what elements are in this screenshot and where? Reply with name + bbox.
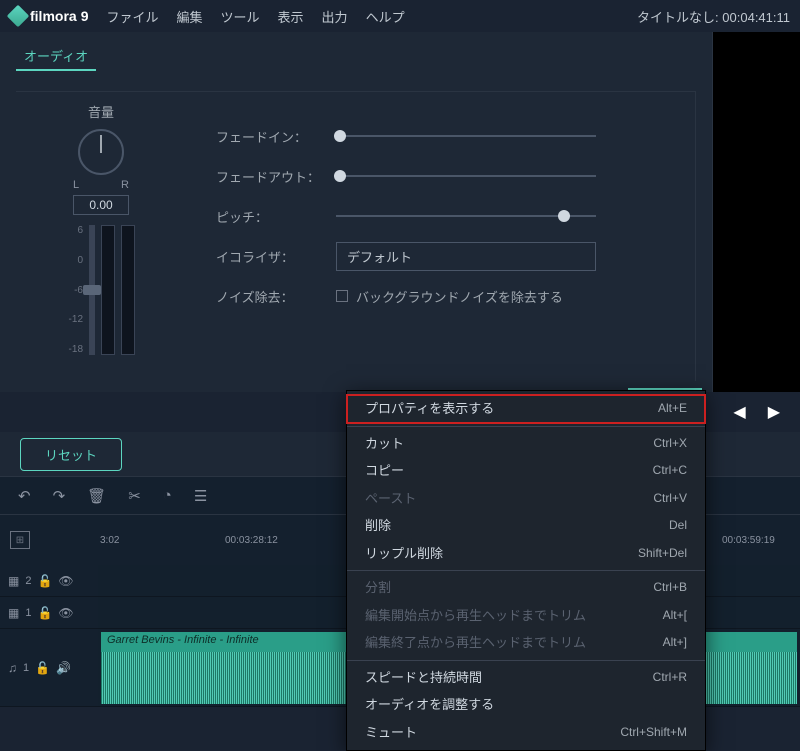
reset-button[interactable]: リセット [20,438,122,471]
pitch-label: ピッチ： [216,207,336,226]
menu-view[interactable]: 表示 [278,7,304,26]
clip-label: Garret Bevins - Infinite - Infinite [107,634,259,646]
ctx-item-shortcut: Del [669,516,687,536]
ctx-item-label: 編集終了点から再生ヘッドまでトリム [365,633,586,653]
fade-out-slider[interactable] [336,175,596,177]
lock-icon[interactable]: 🔓 [35,661,50,675]
undo-button[interactable]: ↶ [18,487,31,505]
ctx-item-14[interactable]: ミュート Ctrl+Shift+M [347,719,705,747]
eye-icon[interactable]: 👁 [58,606,73,620]
ctx-item-6[interactable]: リップル削除 Shift+Del [347,540,705,568]
ctx-item-shortcut: Ctrl+R [653,668,687,688]
pitch-slider[interactable] [336,215,596,217]
ctx-item-label: カット [365,434,404,454]
menubar: filmora9 ファイル 編集 ツール 表示 出力 ヘルプ タイトルなし: 0… [0,0,800,32]
app-name: filmora [30,8,77,24]
audio-panel: オーディオ 音量 LR 0.00 60-6-12-18 フェードイン： [0,32,712,392]
ctx-item-shortcut: Ctrl+V [653,489,687,509]
ctx-item-shortcut: Ctrl+C [653,461,687,481]
ctx-item-label: プロパティを表示する [365,399,494,419]
cut-button[interactable]: ✂ [128,487,141,505]
film-icon: ▦ [8,606,19,620]
fade-out-label: フェードアウト： [216,167,336,186]
equalizer-label: イコライザ： [216,247,336,266]
delete-button[interactable]: 🗑 [87,487,106,505]
ctx-item-label: コピー [365,461,404,481]
ctx-item-8: 分割 Ctrl+B [347,574,705,602]
music-icon: ♫ [8,661,17,675]
menu-separator [347,660,705,661]
ctx-item-shortcut: Alt+E [658,399,687,419]
ctx-item-label: スピードと持続時間 [365,668,482,688]
eye-icon[interactable]: 👁 [58,574,73,588]
next-frame-button[interactable]: ▶ [768,402,780,422]
redo-button[interactable]: ↷ [53,487,66,505]
ctx-item-5[interactable]: 削除 Del [347,512,705,540]
ctx-item-label: リップル削除 [365,544,443,564]
fade-in-slider[interactable] [336,135,596,137]
menu-tools[interactable]: ツール [221,7,260,26]
app-version: 9 [81,8,89,24]
denoise-label: ノイズ除去： [216,287,336,306]
lock-icon[interactable]: 🔓 [37,574,52,588]
project-title: タイトルなし: 00:04:41:11 [637,7,790,26]
ctx-item-label: ミュート [365,723,417,743]
logo-icon [7,5,30,28]
meter-right [121,225,135,355]
prev-frame-button[interactable]: ◀ [733,402,745,422]
ctx-item-label: オーディオを調整する [365,695,494,715]
fade-in-label: フェードイン： [216,127,336,146]
lock-icon[interactable]: 🔓 [37,606,52,620]
ctx-item-shortcut: Ctrl+X [653,434,687,454]
menu-help[interactable]: ヘルプ [366,7,405,26]
menu-separator [347,426,705,427]
ctx-item-shortcut: Ctrl+Shift+M [620,723,687,743]
denoise-checkbox[interactable]: バックグラウンドノイズを除去する [336,287,563,306]
ctx-item-12[interactable]: スピードと持続時間 Ctrl+R [347,664,705,692]
equalizer-select[interactable]: デフォルト [336,242,596,271]
speaker-icon[interactable]: 🔊 [56,661,71,675]
add-track-button[interactable]: ⊞ [10,531,30,549]
speed-button[interactable]: ◔ [163,487,172,504]
menu-output[interactable]: 出力 [322,7,348,26]
ctx-item-3[interactable]: コピー Ctrl+C [347,457,705,485]
adjust-button[interactable]: ☰ [194,487,207,505]
ctx-item-0[interactable]: プロパティを表示する Alt+E [347,395,705,423]
ctx-item-label: 削除 [365,516,391,536]
meter-left [101,225,115,355]
ctx-item-shortcut: Ctrl+B [653,578,687,598]
menu-file[interactable]: ファイル [106,7,158,26]
ctx-item-label: ペースト [365,489,416,509]
volume-slider[interactable] [89,225,95,355]
ctx-item-shortcut: Shift+Del [638,544,687,564]
ctx-item-label: 分割 [365,578,391,598]
ctx-item-shortcut: Alt+[ [663,606,687,626]
tab-audio[interactable]: オーディオ [16,42,96,71]
meter-scale: 60-6-12-18 [67,225,83,355]
ctx-item-9: 編集開始点から再生ヘッドまでトリム Alt+[ [347,602,705,630]
ctx-item-13[interactable]: オーディオを調整する [347,691,705,719]
film-icon: ▦ [8,574,19,588]
context-menu: プロパティを表示する Alt+E カット Ctrl+X コピー Ctrl+C ペースト Ctr… [346,390,706,751]
menu-edit[interactable]: 編集 [177,7,203,26]
volume-label: 音量 [26,102,176,121]
menu-separator [347,570,705,571]
ctx-item-4: ペースト Ctrl+V [347,485,705,513]
preview-pane [712,32,800,392]
ctx-item-2[interactable]: カット Ctrl+X [347,430,705,458]
ctx-item-label: 編集開始点から再生ヘッドまでトリム [365,606,586,626]
app-logo: filmora9 [10,8,88,24]
volume-value[interactable]: 0.00 [73,195,129,215]
volume-knob[interactable] [78,129,124,175]
ctx-item-10: 編集終了点から再生ヘッドまでトリム Alt+] [347,629,705,657]
ctx-item-shortcut: Alt+] [663,633,687,653]
